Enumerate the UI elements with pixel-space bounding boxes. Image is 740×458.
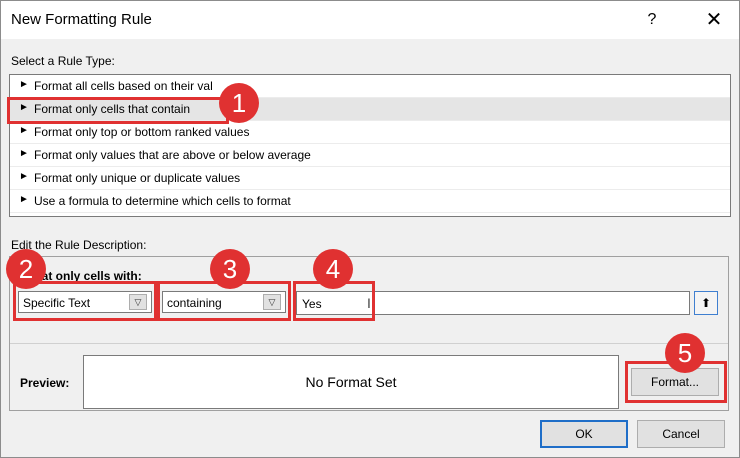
callout-badge-1: 1 bbox=[219, 83, 259, 123]
title-bar: New Formatting Rule ? ✕ bbox=[1, 1, 739, 39]
arrow-right-icon: ► bbox=[19, 125, 29, 136]
arrow-right-icon: ► bbox=[19, 79, 29, 90]
arrow-right-icon: ► bbox=[19, 171, 29, 182]
rule-type-label: Format only unique or duplicate values bbox=[34, 171, 241, 185]
ok-button[interactable]: OK bbox=[540, 420, 628, 448]
rule-type-item[interactable]: ► Format only values that are above or b… bbox=[10, 144, 730, 167]
section-divider bbox=[10, 343, 728, 344]
rule-type-label: Use a formula to determine which cells t… bbox=[34, 194, 291, 208]
rule-type-label: Format only top or bottom ranked values bbox=[34, 125, 250, 139]
rule-type-heading: Select a Rule Type: bbox=[11, 54, 115, 68]
callout-badge-5: 5 bbox=[665, 333, 705, 373]
close-icon[interactable]: ✕ bbox=[701, 8, 727, 32]
help-icon[interactable]: ? bbox=[639, 8, 665, 32]
rule-type-item[interactable]: ► Format only unique or duplicate values bbox=[10, 167, 730, 190]
preview-label: Preview: bbox=[20, 376, 70, 390]
callout-box-1 bbox=[7, 97, 229, 124]
rule-type-item[interactable]: ► Use a formula to determine which cells… bbox=[10, 190, 730, 213]
preview-box: No Format Set bbox=[83, 355, 619, 409]
rule-type-item[interactable]: ► Format only top or bottom ranked value… bbox=[10, 121, 730, 144]
dialog-title: New Formatting Rule bbox=[11, 11, 152, 28]
rule-type-list[interactable]: ► Format all cells based on their val ► … bbox=[9, 74, 731, 217]
arrow-right-icon: ► bbox=[19, 194, 29, 205]
callout-badge-4: 4 bbox=[313, 249, 353, 289]
collapse-dialog-icon[interactable]: ⬆ bbox=[694, 291, 718, 315]
arrow-right-icon: ► bbox=[19, 148, 29, 159]
rule-type-label: Format all cells based on their val bbox=[34, 79, 213, 93]
new-formatting-rule-dialog: New Formatting Rule ? ✕ Select a Rule Ty… bbox=[0, 0, 740, 458]
rule-type-item[interactable]: ► Format all cells based on their val bbox=[10, 75, 730, 98]
rule-type-label: Format only values that are above or bel… bbox=[34, 148, 311, 162]
callout-badge-3: 3 bbox=[210, 249, 250, 289]
callout-badge-2: 2 bbox=[6, 249, 46, 289]
cancel-button[interactable]: Cancel bbox=[637, 420, 725, 448]
